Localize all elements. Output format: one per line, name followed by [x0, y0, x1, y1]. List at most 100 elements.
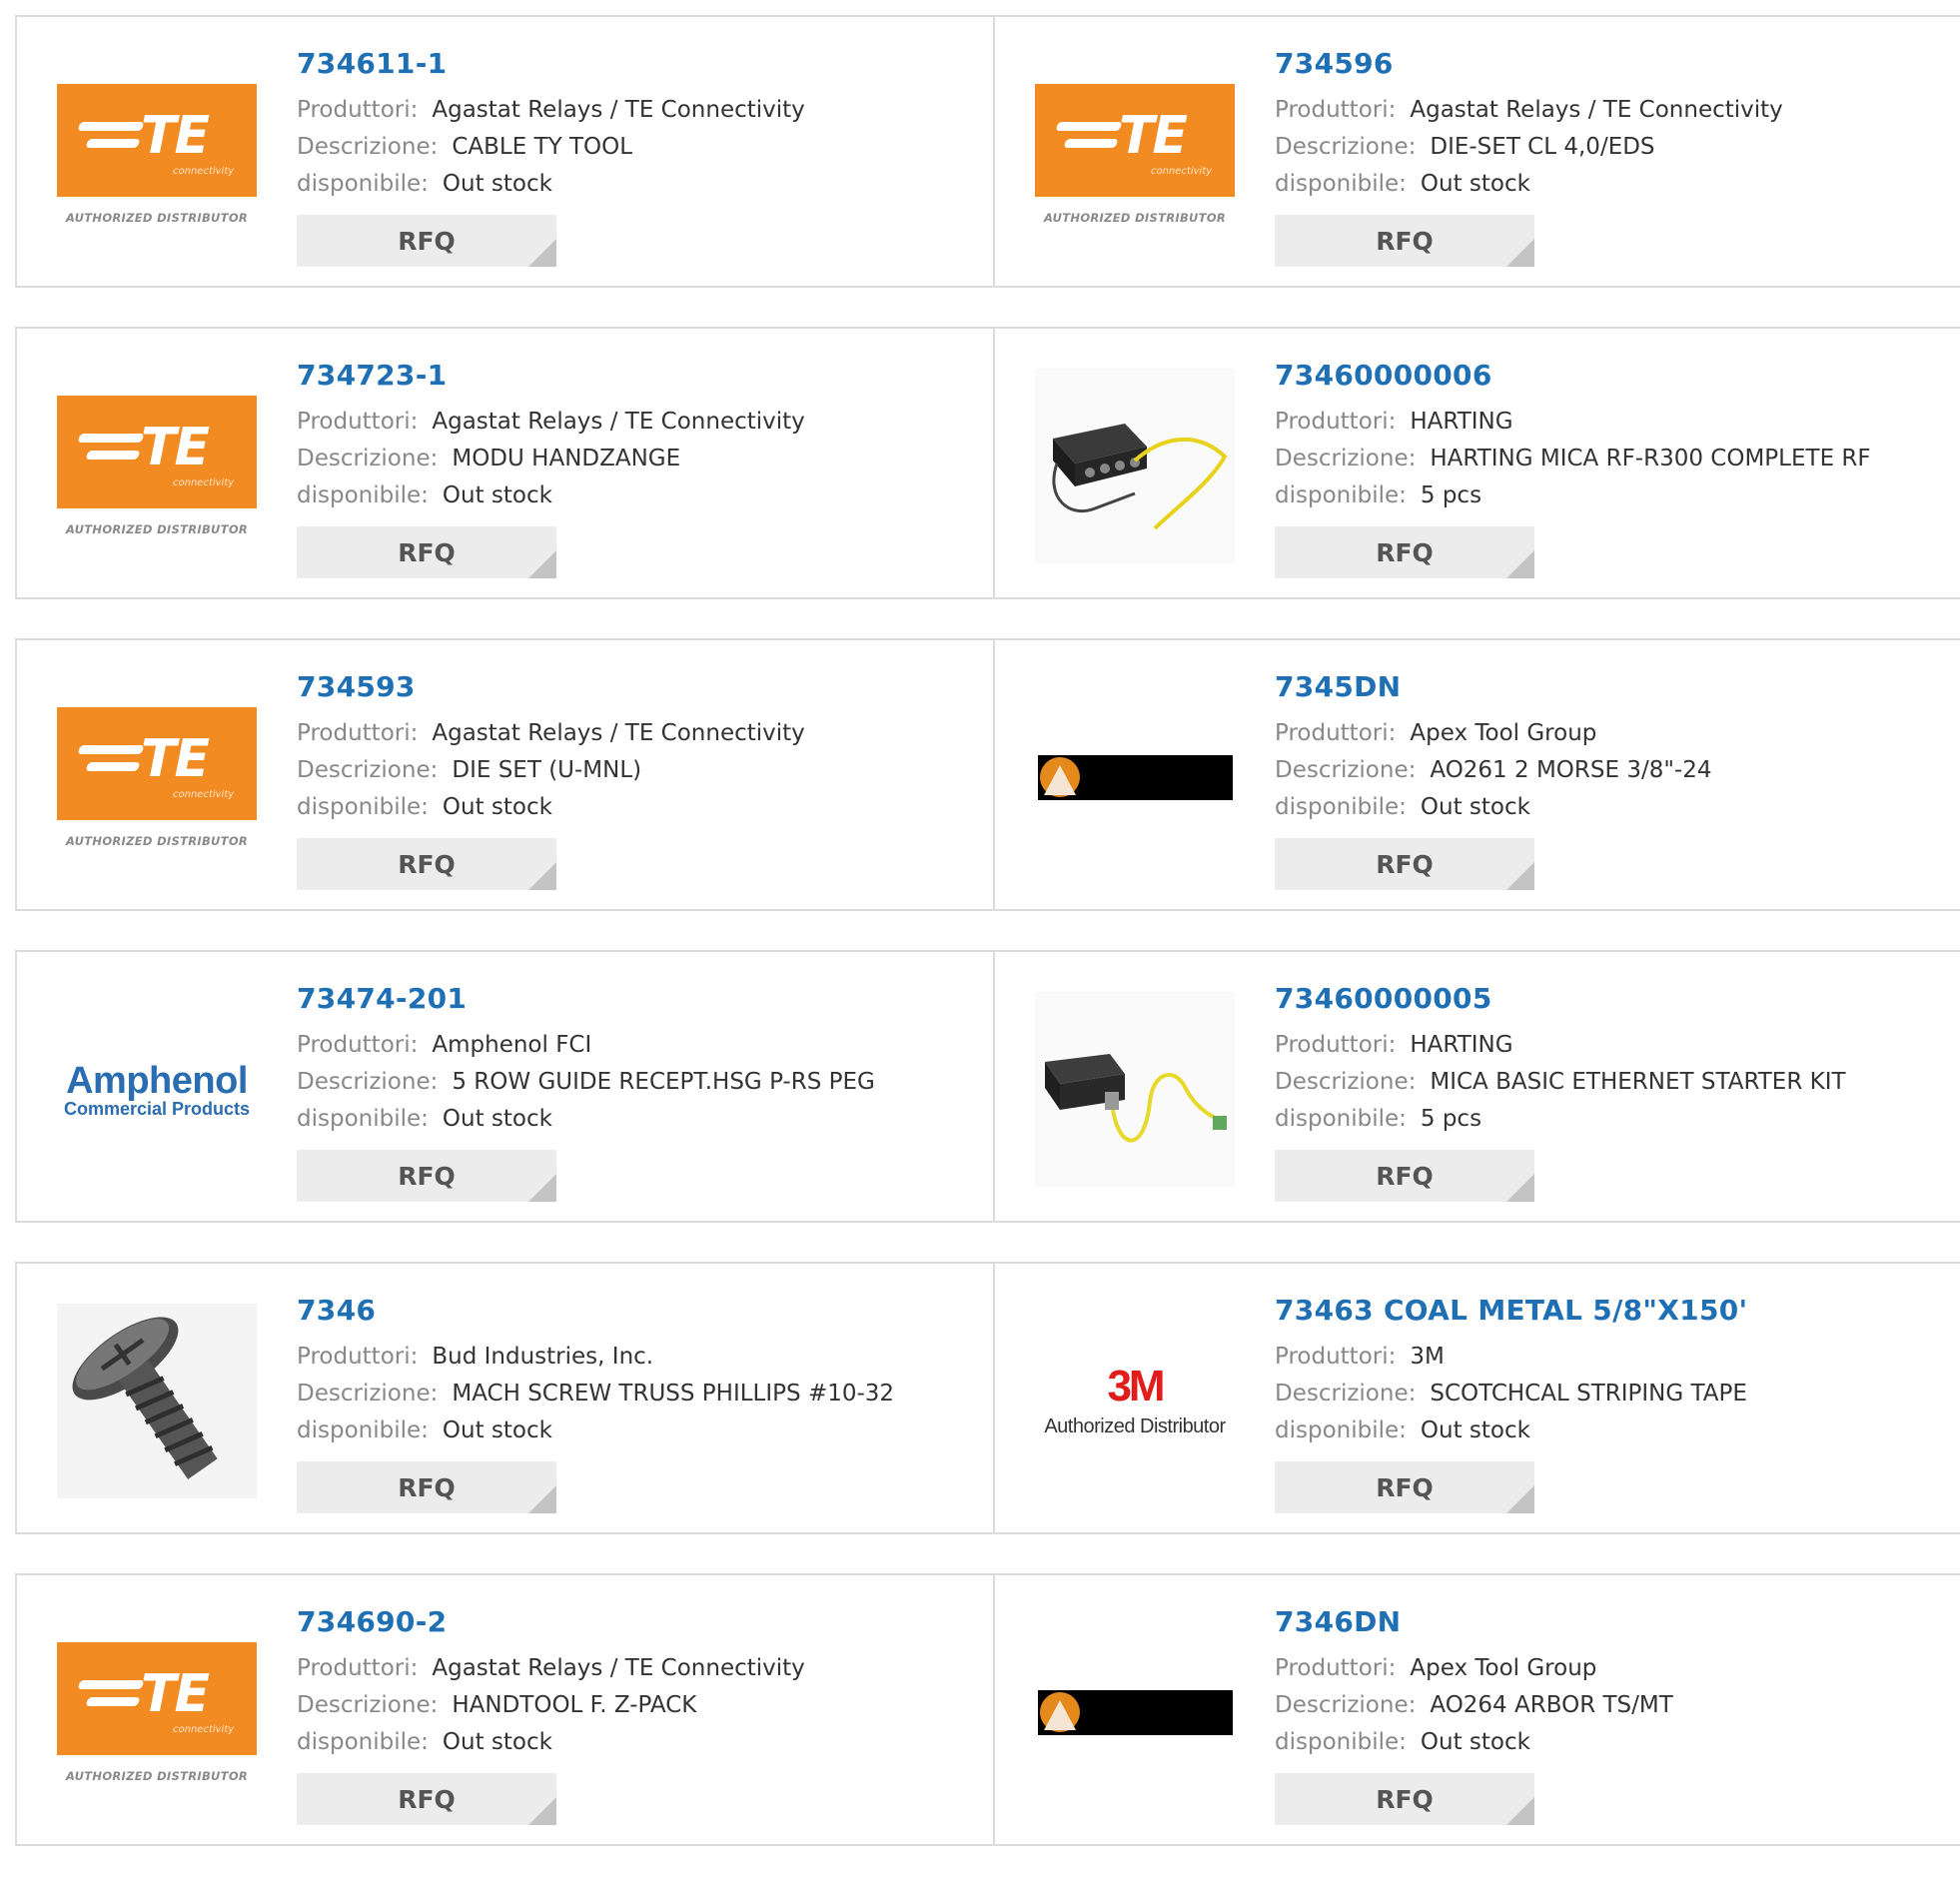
- part-number-link[interactable]: 734690-2: [297, 1605, 983, 1638]
- product-card: TE connectivity AUTHORIZED DISTRIBUTOR 734…: [15, 329, 993, 597]
- description-value: MICA BASIC ETHERNET STARTER KIT: [1430, 1069, 1846, 1095]
- rfq-button[interactable]: RFQ: [1275, 1150, 1534, 1202]
- product-card: TE connectivity AUTHORIZED DISTRIBUTOR 734…: [993, 17, 1960, 286]
- availability-label: disponibile:: [297, 171, 429, 197]
- description-line: Descrizione: AO261 2 MORSE 3/8"-24: [1275, 752, 1950, 789]
- producer-line: Produttori: 3M: [1275, 1339, 1950, 1376]
- availability-value: Out stock: [442, 171, 552, 197]
- producer-value: 3M: [1410, 1344, 1445, 1370]
- description-label: Descrizione:: [1275, 1069, 1417, 1095]
- description-label: Descrizione:: [297, 1692, 439, 1718]
- availability-label: disponibile:: [1275, 171, 1407, 197]
- producer-value: Agastat Relays / TE Connectivity: [432, 97, 805, 123]
- description-label: Descrizione:: [1275, 446, 1417, 471]
- availability-line: disponibile: Out stock: [1275, 166, 1950, 203]
- product-image[interactable]: TE connectivity AUTHORIZED DISTRIBUTOR: [57, 1615, 257, 1810]
- description-label: Descrizione:: [297, 1069, 439, 1095]
- product-image[interactable]: [1035, 369, 1235, 563]
- part-number-link[interactable]: 734611-1: [297, 47, 983, 80]
- availability-line: disponibile: Out stock: [297, 789, 983, 826]
- product-image[interactable]: [1035, 992, 1235, 1187]
- description-value: MODU HANDZANGE: [452, 446, 681, 471]
- te-connectivity-logo: TE connectivity AUTHORIZED DISTRIBUTOR: [1035, 84, 1235, 225]
- producer-value: Amphenol FCI: [432, 1032, 592, 1058]
- availability-line: disponibile: Out stock: [1275, 1413, 1950, 1449]
- product-card: TE connectivity AUTHORIZED DISTRIBUTOR 734…: [15, 640, 993, 909]
- description-label: Descrizione:: [297, 1381, 439, 1407]
- part-number-link[interactable]: 7345DN: [1275, 670, 1950, 703]
- product-card: Amphenol Commercial Products 73474-201 Pr…: [15, 952, 993, 1221]
- product-image[interactable]: TE connectivity AUTHORIZED DISTRIBUTOR: [57, 57, 257, 252]
- part-number-link[interactable]: 73463 COAL METAL 5/8"X150': [1275, 1294, 1950, 1327]
- availability-value: Out stock: [442, 794, 552, 820]
- availability-value: 5 pcs: [1420, 482, 1482, 508]
- part-number-link[interactable]: 73460000006: [1275, 359, 1950, 392]
- part-number-link[interactable]: 73474-201: [297, 982, 983, 1015]
- availability-value: Out stock: [1420, 171, 1530, 197]
- availability-line: disponibile: 5 pcs: [1275, 1101, 1950, 1138]
- description-line: Descrizione: SCOTCHCAL STRIPING TAPE: [1275, 1376, 1950, 1413]
- producer-label: Produttori:: [1275, 409, 1397, 435]
- product-image[interactable]: [1035, 680, 1235, 875]
- product-row: TE connectivity AUTHORIZED DISTRIBUTOR 734…: [15, 327, 1960, 599]
- product-image[interactable]: 3M Authorized Distributor: [1035, 1304, 1235, 1498]
- description-line: Descrizione: DIE-SET CL 4,0/EDS: [1275, 129, 1950, 166]
- availability-line: disponibile: Out stock: [297, 166, 983, 203]
- description-value: CABLE TY TOOL: [452, 134, 633, 160]
- description-value: MACH SCREW TRUSS PHILLIPS #10-32: [452, 1381, 895, 1407]
- rfq-button[interactable]: RFQ: [1275, 526, 1534, 578]
- description-value: SCOTCHCAL STRIPING TAPE: [1430, 1381, 1747, 1407]
- product-image[interactable]: [57, 1304, 257, 1498]
- product-image[interactable]: [1035, 1615, 1235, 1810]
- producer-value: Bud Industries, Inc.: [432, 1344, 654, 1370]
- product-info: 73460000006 Produttori: HARTING Descrizio…: [1275, 359, 1950, 578]
- product-image[interactable]: TE connectivity AUTHORIZED DISTRIBUTOR: [1035, 57, 1235, 252]
- part-number-link[interactable]: 734596: [1275, 47, 1950, 80]
- product-row: TE connectivity AUTHORIZED DISTRIBUTOR 734…: [15, 638, 1960, 911]
- availability-label: disponibile:: [297, 794, 429, 820]
- producer-line: Produttori: Bud Industries, Inc.: [297, 1339, 983, 1376]
- description-value: DIE-SET CL 4,0/EDS: [1430, 134, 1655, 160]
- rfq-button[interactable]: RFQ: [297, 1773, 556, 1825]
- producer-line: Produttori: Apex Tool Group: [1275, 1650, 1950, 1687]
- part-number-link[interactable]: 7346DN: [1275, 1605, 1950, 1638]
- availability-label: disponibile:: [297, 1729, 429, 1755]
- rfq-button[interactable]: RFQ: [297, 838, 556, 890]
- producer-line: Produttori: Apex Tool Group: [1275, 715, 1950, 752]
- product-image[interactable]: Amphenol Commercial Products: [57, 992, 257, 1187]
- product-image[interactable]: TE connectivity AUTHORIZED DISTRIBUTOR: [57, 680, 257, 875]
- description-label: Descrizione:: [297, 134, 439, 160]
- rfq-button[interactable]: RFQ: [297, 1150, 556, 1202]
- description-line: Descrizione: HANDTOOL F. Z-PACK: [297, 1687, 983, 1724]
- description-line: Descrizione: 5 ROW GUIDE RECEPT.HSG P-RS …: [297, 1064, 983, 1101]
- rfq-button[interactable]: RFQ: [1275, 1461, 1534, 1513]
- availability-label: disponibile:: [1275, 482, 1407, 508]
- part-number-link[interactable]: 734723-1: [297, 359, 983, 392]
- product-info: 734593 Produttori: Agastat Relays / TE Co…: [297, 670, 983, 890]
- part-number-link[interactable]: 73460000005: [1275, 982, 1950, 1015]
- producer-line: Produttori: Amphenol FCI: [297, 1027, 983, 1064]
- rfq-button[interactable]: RFQ: [297, 526, 556, 578]
- rfq-button[interactable]: RFQ: [297, 1461, 556, 1513]
- rfq-button[interactable]: RFQ: [1275, 215, 1534, 267]
- product-row: Amphenol Commercial Products 73474-201 Pr…: [15, 950, 1960, 1223]
- description-value: DIE SET (U-MNL): [452, 757, 642, 783]
- rfq-button[interactable]: RFQ: [1275, 838, 1534, 890]
- producer-value: Agastat Relays / TE Connectivity: [432, 1655, 805, 1681]
- producer-line: Produttori: Agastat Relays / TE Connectiv…: [297, 92, 983, 129]
- producer-value: Apex Tool Group: [1410, 720, 1597, 746]
- rfq-button[interactable]: RFQ: [297, 215, 556, 267]
- product-image[interactable]: TE connectivity AUTHORIZED DISTRIBUTOR: [57, 369, 257, 563]
- part-number-link[interactable]: 7346: [297, 1294, 983, 1327]
- producer-label: Produttori:: [1275, 720, 1397, 746]
- producer-label: Produttori:: [297, 409, 419, 435]
- rfq-button[interactable]: RFQ: [1275, 1773, 1534, 1825]
- producer-line: Produttori: HARTING: [1275, 1027, 1950, 1064]
- availability-label: disponibile:: [1275, 1729, 1407, 1755]
- product-card: TE connectivity AUTHORIZED DISTRIBUTOR 734…: [15, 1575, 993, 1844]
- availability-line: disponibile: 5 pcs: [1275, 477, 1950, 514]
- part-number-link[interactable]: 734593: [297, 670, 983, 703]
- product-card: 73460000005 Produttori: HARTING Descrizio…: [993, 952, 1960, 1221]
- apex-tool-group-logo: [1037, 755, 1233, 800]
- te-connectivity-logo: TE connectivity AUTHORIZED DISTRIBUTOR: [57, 1642, 257, 1783]
